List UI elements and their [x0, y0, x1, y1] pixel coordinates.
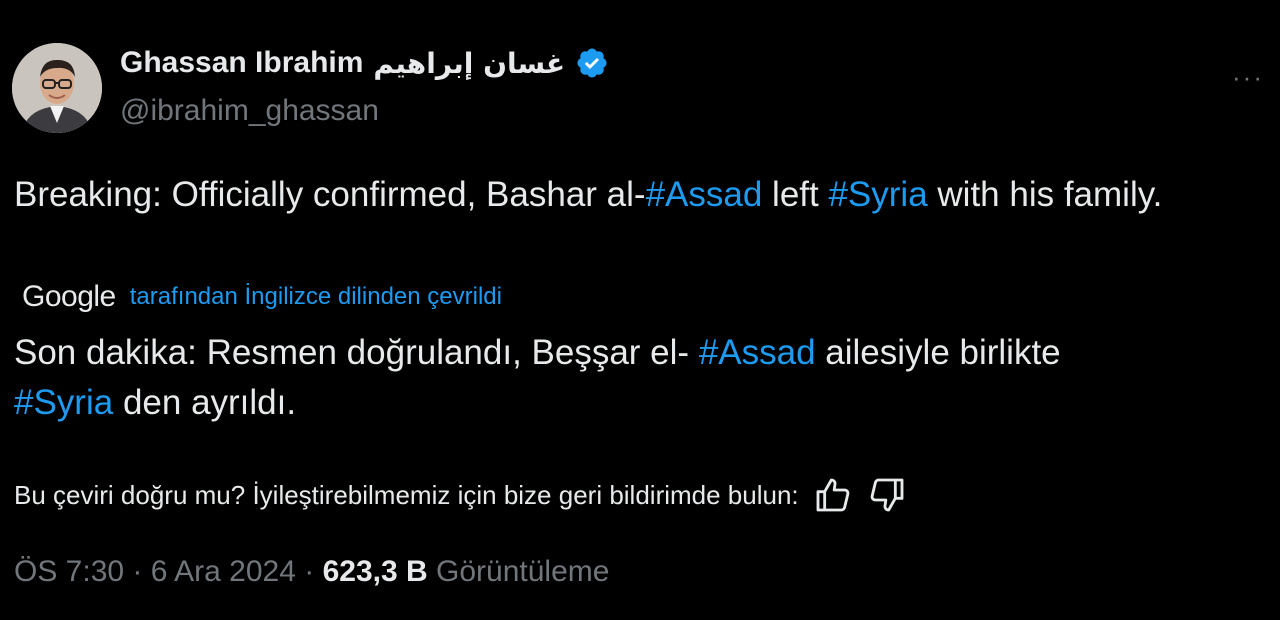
translation-feedback: Bu çeviri doğru mu? İyileştirebilmemiz i… — [14, 475, 907, 515]
author-handle[interactable]: @ibrahim_ghassan — [120, 94, 379, 128]
thumbs-up-icon[interactable] — [813, 475, 853, 515]
tweet-text: Breaking: Officially confirmed, Bashar a… — [14, 168, 1254, 222]
tweet-meta: ÖS 7:30 · 6 Ara 2024 · 623,3 B Görüntüle… — [14, 555, 609, 589]
avatar-photo — [12, 43, 102, 133]
translated-text-part: den ayrıldı. — [113, 383, 297, 422]
views-count[interactable]: 623,3 B — [323, 555, 428, 588]
translated-text-part: ailesiyle birlikte — [815, 333, 1061, 372]
meta-separator: · — [132, 555, 143, 588]
google-logo: Google — [22, 280, 116, 313]
tweet-text-part: left — [762, 175, 829, 214]
author-name[interactable]: Ghassan Ibrahim — [120, 46, 363, 80]
more-options-icon[interactable]: ··· — [1232, 62, 1264, 93]
tweet-text-part: with his family. — [927, 175, 1163, 214]
hashtag-link[interactable]: #Assad — [699, 333, 816, 372]
author-avatar[interactable] — [12, 43, 102, 133]
translated-text-part: Son dakika: Resmen doğrulandı, Beşşar el… — [14, 333, 699, 372]
hashtag-link[interactable]: #Syria — [828, 175, 927, 214]
hashtag-link[interactable]: #Syria — [14, 383, 113, 422]
verified-badge-icon — [577, 48, 607, 78]
meta-separator: · — [304, 555, 315, 588]
views-label: Görüntüleme — [436, 555, 610, 588]
hashtag-link[interactable]: #Assad — [646, 175, 763, 214]
translation-attribution: Google tarafından İngilizce dilinden çev… — [22, 280, 502, 314]
translated-by-link[interactable]: tarafından İngilizce dilinden çevrildi — [130, 283, 502, 311]
thumbs-down-icon[interactable] — [867, 475, 907, 515]
tweet-time[interactable]: ÖS 7:30 — [14, 555, 124, 588]
tweet-text-part: Breaking: Officially confirmed, Bashar a… — [14, 175, 646, 214]
tweet-date[interactable]: 6 Ara 2024 — [151, 555, 296, 588]
feedback-question: Bu çeviri doğru mu? İyileştirebilmemiz i… — [14, 479, 799, 510]
author-name-arabic[interactable]: غسان إبراهيم — [373, 47, 565, 80]
translated-text: Son dakika: Resmen doğrulandı, Beşşar el… — [14, 328, 1254, 428]
author-name-row: Ghassan Ibrahim غسان إبراهيم — [120, 46, 609, 80]
